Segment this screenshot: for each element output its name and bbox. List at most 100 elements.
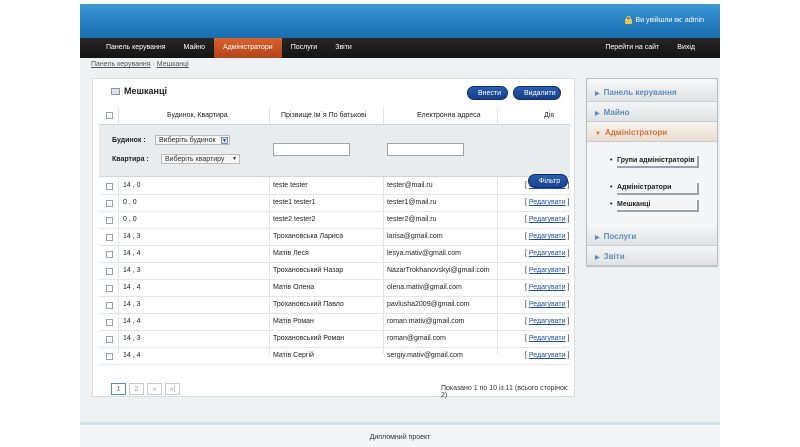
edit-action: [ Редагувати ]	[525, 250, 570, 257]
edit-link[interactable]: Редагувати	[529, 335, 566, 342]
bullet-icon: •	[610, 184, 613, 191]
table-row: 14 , 3 Трохановський Роман roman@gmail.com…	[99, 331, 570, 348]
submenu-residents[interactable]: • Мешканці	[610, 200, 699, 212]
cell-address: 14 , 4	[123, 318, 141, 325]
cell-email: larisa@gmail.com	[387, 233, 443, 240]
footer: Дипломний проект	[80, 422, 720, 447]
side-item-label: Послуги	[603, 232, 637, 241]
row-checkbox[interactable]	[106, 353, 113, 360]
page-button-2[interactable]: 2	[129, 383, 144, 395]
side-item-services[interactable]: ▶ Послуги	[587, 227, 717, 246]
table-header: Будинок, Квартира Прізвище Ім`я По батьк…	[99, 107, 570, 125]
table-row: 14 , 0 teste tester tester@mail.ru [ Редагу…	[99, 178, 570, 195]
nav-dashboard[interactable]: Панель керування	[97, 38, 175, 58]
side-item-label: Звіти	[603, 252, 625, 261]
edit-link[interactable]: Редагувати	[529, 301, 566, 308]
edit-action: [ Редагувати ]	[525, 199, 570, 206]
cell-email: olena.mativ@gmail.com	[387, 284, 462, 291]
edit-link[interactable]: Редагувати	[529, 233, 566, 240]
nav-property[interactable]: Майно	[175, 38, 214, 58]
add-button[interactable]: Внести	[467, 86, 508, 100]
nav-go-to-site[interactable]: Перейти на сайт	[596, 38, 668, 58]
edit-link[interactable]: Редагувати	[529, 250, 566, 257]
edit-action: [ Редагувати ]	[525, 284, 570, 291]
submenu-admin-groups[interactable]: • Групи адміністраторів	[610, 156, 699, 168]
delete-button[interactable]: Видалити	[513, 86, 561, 100]
panel-header: Мешканці Внести Видалити	[93, 79, 574, 104]
cell-address: 0 , 0	[123, 199, 137, 206]
edit-link[interactable]: Редагувати	[529, 199, 566, 206]
email-filter-input[interactable]	[387, 143, 464, 156]
row-checkbox[interactable]	[106, 268, 113, 275]
cell-address: 0 , 0	[123, 216, 137, 223]
table-row: 14 , 4 Матів Олена olena.mativ@gmail.com [ …	[99, 280, 570, 297]
edit-link[interactable]: Редагувати	[529, 182, 566, 189]
login-info: Ви увійшли як: admin	[625, 16, 704, 24]
triangle-down-icon: ▼	[595, 131, 601, 137]
edit-action: [ Редагувати ]	[525, 216, 570, 223]
row-checkbox[interactable]	[106, 217, 113, 224]
nav-logout[interactable]: Вихід	[668, 38, 704, 58]
breadcrumb-current-link[interactable]: Мешканці	[157, 61, 189, 68]
side-item-administrators[interactable]: ▼ Адміністратори	[587, 123, 717, 142]
triangle-right-icon: ▶	[595, 111, 600, 117]
last-page-button[interactable]: »|	[165, 383, 180, 395]
lock-icon	[625, 16, 633, 24]
cell-full-name: Трохановська Лариса	[273, 233, 344, 240]
edit-link[interactable]: Редагувати	[529, 216, 566, 223]
cell-address: 14 , 4	[123, 284, 141, 291]
row-checkbox[interactable]	[106, 200, 113, 207]
nav-services[interactable]: Послуги	[282, 38, 326, 58]
side-item-reports[interactable]: ▶ Звіти	[587, 247, 717, 266]
edit-action: [ Редагувати ]	[525, 352, 570, 359]
cell-full-name: Матів Роман	[273, 318, 314, 325]
nav-administrators[interactable]: Адміністратори	[214, 38, 282, 58]
row-checkbox[interactable]	[106, 183, 113, 190]
cell-email: NazarTrokhanovskyi@gmail.com	[387, 267, 490, 274]
breadcrumb-home-link[interactable]: Панель керування	[91, 61, 151, 68]
apartment-select[interactable]: Виберіть квартиру ▼	[161, 154, 240, 164]
residents-panel: Мешканці Внести Видалити Будинок, Кварти…	[92, 78, 575, 399]
pagination-info: Показано 1 по 10 із 11 (всього сторінок:…	[441, 385, 569, 399]
side-item-label: Майно	[603, 108, 630, 117]
select-all-checkbox[interactable]	[106, 112, 113, 119]
building-select[interactable]: Виберіть будинок ▼	[155, 135, 230, 145]
edit-link[interactable]: Редагувати	[529, 284, 566, 291]
table-row: 14 , 3 Трохановський Назар NazarTrokhanovs…	[99, 263, 570, 280]
cell-address: 14 , 3	[123, 267, 141, 274]
row-checkbox[interactable]	[106, 285, 113, 292]
table-row: 14 , 4 Матів Сергій sergiy.mativ@gmail.com…	[99, 348, 570, 365]
submenu-label: Адміністратори	[617, 183, 699, 195]
page-button-1[interactable]: 1	[111, 383, 126, 395]
edit-link[interactable]: Редагувати	[529, 318, 566, 325]
table-row: 14 , 3 Трохановський Павло pavlusha2009@gm…	[99, 297, 570, 314]
side-item-dashboard[interactable]: ▶ Панель керування	[587, 83, 717, 102]
cell-address: 14 , 3	[123, 233, 141, 240]
submenu-label: Групи адміністраторів	[617, 156, 699, 168]
filter-row: Будинок : Виберіть будинок ▼ Квартира : …	[99, 125, 570, 177]
breadcrumb-separator: ·	[152, 61, 155, 68]
row-checkbox[interactable]	[106, 302, 113, 309]
nav-reports[interactable]: Звіти	[326, 38, 361, 58]
row-checkbox[interactable]	[106, 319, 113, 326]
row-checkbox[interactable]	[106, 234, 113, 241]
cell-address: 14 , 4	[123, 250, 141, 257]
name-filter-input[interactable]	[273, 143, 350, 156]
edit-link[interactable]: Редагувати	[529, 267, 566, 274]
page: Ви увійшли як: admin Панель керування Ма…	[80, 4, 720, 447]
cell-email: tester2@mail.ru	[387, 216, 437, 223]
table-icon	[111, 87, 120, 95]
cell-full-name: Трохановський Роман	[273, 335, 345, 342]
cell-full-name: teste tester	[273, 182, 308, 189]
submenu-label: Мешканці	[617, 200, 699, 212]
side-item-property[interactable]: ▶ Майно	[587, 103, 717, 122]
page-title: Мешканці	[111, 86, 167, 96]
col-header-action: Дія	[544, 112, 555, 119]
cell-address: 14 , 4	[123, 352, 141, 359]
next-page-button[interactable]: »	[147, 383, 162, 395]
row-checkbox[interactable]	[106, 251, 113, 258]
submenu-administrators[interactable]: • Адміністратори	[610, 183, 699, 195]
edit-link[interactable]: Редагувати	[529, 352, 566, 359]
bullet-icon: •	[610, 157, 613, 164]
row-checkbox[interactable]	[106, 336, 113, 343]
